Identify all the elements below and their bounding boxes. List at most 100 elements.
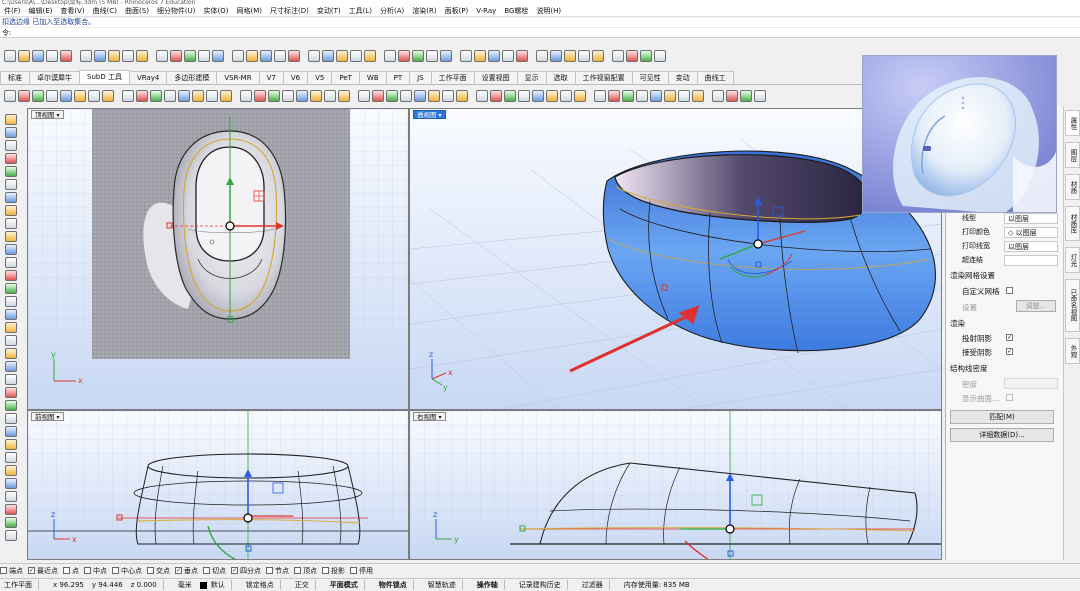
status-toggle[interactable]: 智慧轨迹 <box>424 580 460 590</box>
subd-tool-icon[interactable] <box>490 90 502 102</box>
subd-tool-icon[interactable] <box>560 90 572 102</box>
subd-tool-icon[interactable] <box>282 90 294 102</box>
subd-tool-icon[interactable] <box>88 90 100 102</box>
left-tool-icon[interactable] <box>5 192 17 203</box>
subd-tool-icon[interactable] <box>574 90 586 102</box>
toolbar-button-icon[interactable] <box>502 50 514 62</box>
custom-mesh-checkbox[interactable] <box>1006 287 1013 294</box>
side-panel-tab[interactable]: 外观 <box>1065 338 1080 364</box>
menu-item[interactable]: 查看(V) <box>56 6 88 16</box>
menu-item[interactable]: 曲面(S) <box>121 6 153 16</box>
left-tool-icon[interactable] <box>5 530 17 541</box>
subd-tool-icon[interactable] <box>102 90 114 102</box>
toolbar-button-icon[interactable] <box>308 50 320 62</box>
toolbar-button-icon[interactable] <box>516 50 528 62</box>
subd-tool-icon[interactable] <box>178 90 190 102</box>
cast-shadows-checkbox[interactable]: ✓ <box>1006 334 1013 341</box>
left-tool-icon[interactable] <box>5 348 17 359</box>
osnap-toggle[interactable]: 中点 <box>84 566 107 576</box>
toolbar-button-icon[interactable] <box>350 50 362 62</box>
osnap-toggle[interactable]: 顶点 <box>294 566 317 576</box>
left-tool-icon[interactable] <box>5 166 17 177</box>
subd-tool-icon[interactable] <box>310 90 322 102</box>
toolbar-button-icon[interactable] <box>488 50 500 62</box>
status-toggle[interactable]: 记录建构历史 <box>515 580 565 590</box>
menu-item[interactable]: 细分物件(U) <box>153 6 200 16</box>
left-tool-icon[interactable] <box>5 114 17 125</box>
osnap-checkbox[interactable] <box>84 567 91 574</box>
osnap-checkbox[interactable]: ✓ <box>231 567 238 574</box>
toolbar-tab[interactable]: JS <box>409 71 432 84</box>
toolbar-tab[interactable]: 曲线工 <box>696 71 734 84</box>
subd-tool-icon[interactable] <box>532 90 544 102</box>
match-button[interactable]: 匹配(M) <box>950 410 1054 424</box>
show-surface-checkbox[interactable] <box>1006 394 1013 401</box>
osnap-checkbox[interactable]: ✓ <box>28 567 35 574</box>
osnap-toggle[interactable]: 点 <box>63 566 79 576</box>
menu-item[interactable]: 面板(P) <box>441 6 473 16</box>
left-tool-icon[interactable] <box>5 465 17 476</box>
osnap-checkbox[interactable] <box>350 567 357 574</box>
toolbar-tab[interactable]: PT <box>385 71 411 84</box>
menu-item[interactable]: 说明(H) <box>532 6 565 16</box>
subd-tool-icon[interactable] <box>254 90 266 102</box>
menu-item[interactable]: 曲线(C) <box>89 6 121 16</box>
menu-item[interactable]: 渲染(R) <box>408 6 440 16</box>
toolbar-tab[interactable]: 工作平面 <box>430 71 475 84</box>
units-label[interactable]: 毫米 <box>174 580 196 590</box>
toolbar-tab[interactable]: 可见性 <box>631 71 669 84</box>
subd-tool-icon[interactable] <box>220 90 232 102</box>
left-tool-icon[interactable] <box>5 127 17 138</box>
toolbar-tab[interactable]: VRay4 <box>128 71 168 84</box>
subd-tool-icon[interactable] <box>546 90 558 102</box>
toolbar-button-icon[interactable] <box>550 50 562 62</box>
subd-tool-icon[interactable] <box>692 90 704 102</box>
toolbar-tab[interactable]: V5 <box>307 71 333 84</box>
toolbar-button-icon[interactable] <box>288 50 300 62</box>
subd-tool-icon[interactable] <box>678 90 690 102</box>
osnap-checkbox[interactable] <box>0 567 7 574</box>
osnap-toggle[interactable]: ✓ 四分点 <box>231 566 261 576</box>
subd-tool-icon[interactable] <box>712 90 724 102</box>
toolbar-button-icon[interactable] <box>46 50 58 62</box>
toolbar-button-icon[interactable] <box>94 50 106 62</box>
toolbar-button-icon[interactable] <box>398 50 410 62</box>
side-panel-tab[interactable]: 属性 <box>1065 110 1080 136</box>
subd-tool-icon[interactable] <box>296 90 308 102</box>
details-button[interactable]: 详细数据(D)... <box>950 428 1054 442</box>
subd-tool-icon[interactable] <box>608 90 620 102</box>
osnap-toggle[interactable]: 端点 <box>0 566 23 576</box>
subd-tool-icon[interactable] <box>18 90 30 102</box>
side-panel-tab[interactable]: 已命名视图 <box>1065 279 1080 332</box>
subd-tool-icon[interactable] <box>4 90 16 102</box>
toolbar-tab[interactable]: VSR-MR <box>216 71 260 84</box>
left-tool-icon[interactable] <box>5 335 17 346</box>
toolbar-tab[interactable]: WB <box>358 71 387 84</box>
command-prompt[interactable]: 令: <box>0 28 1080 38</box>
menu-item[interactable]: 尺寸标注(D) <box>266 6 313 16</box>
toolbar-button-icon[interactable] <box>60 50 72 62</box>
status-toggle[interactable]: 锁定格点 <box>242 580 278 590</box>
viewport-front[interactable]: 前视图 ▾ x z <box>27 410 409 560</box>
viewport-top[interactable]: 顶视图 ▾ x y <box>27 108 409 410</box>
left-tool-icon[interactable] <box>5 426 17 437</box>
subd-tool-icon[interactable] <box>240 90 252 102</box>
toolbar-button-icon[interactable] <box>122 50 134 62</box>
subd-tool-icon[interactable] <box>206 90 218 102</box>
subd-tool-icon[interactable] <box>428 90 440 102</box>
toolbar-button-icon[interactable] <box>170 50 182 62</box>
left-tool-icon[interactable] <box>5 153 17 164</box>
menu-item[interactable]: 实体(O) <box>200 6 233 16</box>
toolbar-button-icon[interactable] <box>592 50 604 62</box>
status-toggle[interactable]: 平面模式 <box>326 580 362 590</box>
toolbar-tab[interactable]: V6 <box>282 71 309 84</box>
toolbar-button-icon[interactable] <box>426 50 438 62</box>
left-tool-icon[interactable] <box>5 400 17 411</box>
viewport-right-label[interactable]: 右视图 ▾ <box>413 412 446 421</box>
subd-tool-icon[interactable] <box>136 90 148 102</box>
osnap-toggle[interactable]: ✓ 最近点 <box>28 566 58 576</box>
toolbar-tab[interactable]: PeT <box>331 71 360 84</box>
subd-tool-icon[interactable] <box>386 90 398 102</box>
property-value-dropdown[interactable]: 以图层 <box>1004 213 1058 224</box>
toolbar-button-icon[interactable] <box>336 50 348 62</box>
